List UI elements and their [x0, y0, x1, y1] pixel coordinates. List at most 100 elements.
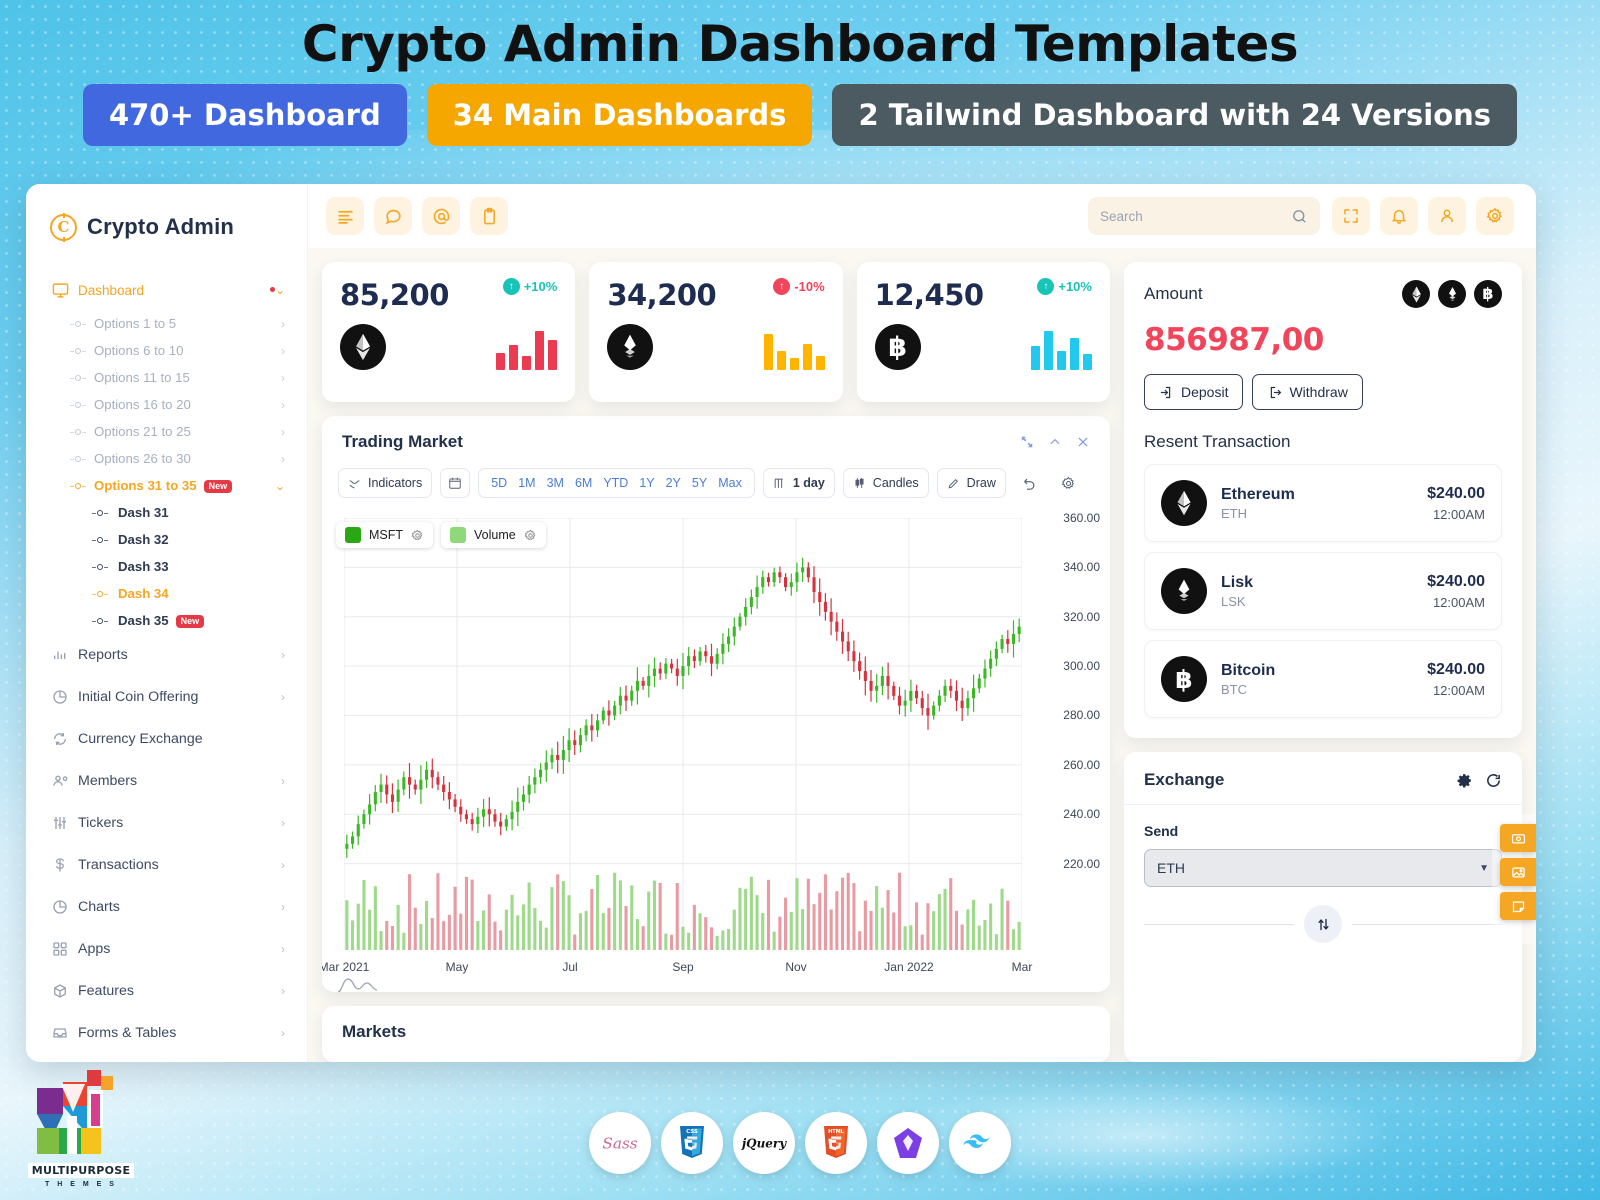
collapse-icon[interactable] — [1048, 435, 1062, 449]
brand[interactable]: C Crypto Admin — [26, 184, 307, 248]
sidebar-item-forms-tables[interactable]: Forms & Tables › — [26, 1012, 307, 1054]
at-icon[interactable] — [422, 197, 460, 235]
list-item[interactable]: Ethereum ETH $240.00 12:00AM — [1144, 464, 1502, 542]
sidebar-item-initial-coin-offering[interactable]: Initial Coin Offering › — [26, 676, 307, 718]
range-6m[interactable]: 6M — [575, 476, 592, 490]
sidebar-item-dash-31[interactable]: Dash 31 — [26, 499, 307, 526]
stat-change-label: +10% — [1058, 279, 1092, 294]
transaction-name: Ethereum — [1221, 485, 1295, 503]
refresh-icon[interactable] — [1485, 772, 1502, 789]
sidebar-item-dash-34[interactable]: Dash 34 — [26, 580, 307, 607]
image-icon[interactable] — [1500, 858, 1536, 886]
gear-icon[interactable] — [1476, 197, 1514, 235]
user-icon[interactable] — [1428, 197, 1466, 235]
css3-icon: CSS — [661, 1112, 723, 1174]
list-item[interactable]: ฿ Bitcoin BTC $240.00 12:00AM — [1144, 640, 1502, 718]
sidebar-item-tickers[interactable]: Tickers › — [26, 802, 307, 844]
sidebar-item-features[interactable]: Features › — [26, 970, 307, 1012]
sidebar-item-currency-exchange[interactable]: Currency Exchange — [26, 718, 307, 760]
range-5y[interactable]: 5Y — [692, 476, 707, 490]
send-currency-select[interactable]: ETH ▼ — [1144, 849, 1502, 887]
range-2y[interactable]: 2Y — [666, 476, 681, 490]
chevron-right-icon: › — [281, 942, 285, 956]
sidebar-item-options-26-30-label: Options 26 to 30 — [94, 451, 191, 466]
range-selector[interactable]: 5D 1M 3M 6M YTD 1Y 2Y 5Y Max — [478, 468, 755, 498]
list-item[interactable]: Lisk LSK $240.00 12:00AM — [1144, 552, 1502, 630]
sidebar-item-dashboard[interactable]: Dashboard ⌄ — [26, 270, 307, 310]
y-axis-tick: 240.00 — [1063, 807, 1100, 822]
chat-icon[interactable] — [374, 197, 412, 235]
stat-card-lisk: 34,200 ↑ -10% — [589, 262, 843, 402]
sidebar-item-dash-35[interactable]: Dash 35 New — [26, 607, 307, 634]
draw-label: Draw — [966, 476, 996, 490]
range-5d[interactable]: 5D — [491, 476, 507, 490]
topbar — [308, 184, 1536, 248]
range-ytd[interactable]: YTD — [603, 476, 628, 490]
gear-icon[interactable] — [524, 529, 537, 542]
chart-minimap[interactable] — [336, 962, 436, 992]
search-box[interactable] — [1088, 197, 1320, 235]
sidebar-item-options-21-25[interactable]: Options 21 to 25 › — [26, 418, 307, 445]
clipboard-icon[interactable] — [470, 197, 508, 235]
svg-text:jQuery: jQuery — [741, 1137, 787, 1151]
sidebar-item-options-31-35[interactable]: Options 31 to 35 New ⌄ — [26, 472, 307, 499]
sidebar-item-reports[interactable]: Reports › — [26, 634, 307, 676]
range-1m[interactable]: 1M — [518, 476, 535, 490]
sidebar-item-options-6-10[interactable]: Options 6 to 10 › — [26, 337, 307, 364]
menu-icon[interactable] — [326, 197, 364, 235]
legend-item-volume[interactable]: Volume — [441, 522, 546, 548]
note-icon[interactable] — [1500, 892, 1536, 920]
search-icon[interactable] — [1291, 208, 1308, 225]
sidebar-item-options-16-20[interactable]: Options 16 to 20 › — [26, 391, 307, 418]
y-axis: 220.00 240.00 260.00 280.00 300.00 320.00 340.… — [1024, 511, 1100, 950]
close-icon[interactable] — [1076, 435, 1090, 449]
indicators-button[interactable]: Indicators — [338, 468, 433, 498]
draw-button[interactable]: Draw — [936, 468, 1006, 498]
sass-icon: Sass — [589, 1112, 651, 1174]
sidebar-item-members[interactable]: Members › — [26, 760, 307, 802]
sidebar-item-options-1-5[interactable]: Options 1 to 5 › — [26, 310, 307, 337]
transaction-symbol: BTC — [1221, 681, 1247, 697]
bell-icon[interactable] — [1380, 197, 1418, 235]
sidebar-item-transactions[interactable]: Transactions › — [26, 844, 307, 886]
gear-icon[interactable] — [411, 529, 424, 542]
left-column: 85,200 ↑ +10% 34,200 ↑ -10% 12,450 ↑ +10… — [322, 262, 1110, 1062]
chevron-down-icon: ▼ — [1479, 862, 1489, 874]
sidebar-item-apps[interactable]: Apps › — [26, 928, 307, 970]
bitcoin-icon[interactable]: ฿ — [1474, 280, 1502, 308]
interval-button[interactable]: 1 day — [762, 468, 835, 498]
range-3m[interactable]: 3M — [547, 476, 564, 490]
range-1y[interactable]: 1Y — [639, 476, 654, 490]
candlestick-chart[interactable]: MSFT Volume 220.00 240.00 260.00 280.00 … — [322, 508, 1110, 992]
recent-transactions-title: Resent Transaction — [1144, 432, 1291, 451]
expand-icon[interactable] — [1020, 435, 1034, 449]
withdraw-button[interactable]: Withdraw — [1252, 374, 1363, 410]
arrow-up-icon: ↑ — [773, 278, 791, 295]
sidebar-item-options-11-15[interactable]: Options 11 to 15 › — [26, 364, 307, 391]
sidebar-item-dash-34-label: Dash 34 — [118, 586, 169, 601]
sidebar-item-dash-32[interactable]: Dash 32 — [26, 526, 307, 553]
deposit-button[interactable]: Deposit — [1144, 374, 1244, 410]
sidebar-item-charts[interactable]: Charts › — [26, 886, 307, 928]
sidebar-item-options-26-30[interactable]: Options 26 to 30 › — [26, 445, 307, 472]
ethereum-icon[interactable] — [1402, 280, 1430, 308]
swap-currencies-button[interactable] — [1304, 905, 1342, 943]
range-max[interactable]: Max — [718, 476, 742, 490]
undo-icon[interactable] — [1013, 468, 1045, 498]
camera-icon[interactable] — [1500, 824, 1536, 852]
sidebar-item-dash-33[interactable]: Dash 33 — [26, 553, 307, 580]
y-axis-tick: 360.00 — [1063, 511, 1100, 525]
fullscreen-icon[interactable] — [1332, 197, 1370, 235]
legend-item-msft[interactable]: MSFT — [336, 522, 434, 548]
box-icon — [52, 983, 78, 999]
transaction-list: Ethereum ETH $240.00 12:00AM Lisk LSK $2… — [1144, 464, 1502, 718]
lisk-icon[interactable] — [1438, 280, 1466, 308]
search-input[interactable] — [1100, 208, 1291, 224]
bullet-icon — [90, 536, 110, 543]
chart-type-button[interactable]: Candles — [842, 468, 929, 498]
bullet-icon — [68, 347, 88, 354]
chart-settings-icon[interactable] — [1052, 468, 1084, 498]
exchange-body: Send ETH ▼ — [1124, 805, 1522, 961]
gear-icon[interactable] — [1456, 772, 1473, 789]
calendar-icon[interactable] — [440, 468, 471, 498]
